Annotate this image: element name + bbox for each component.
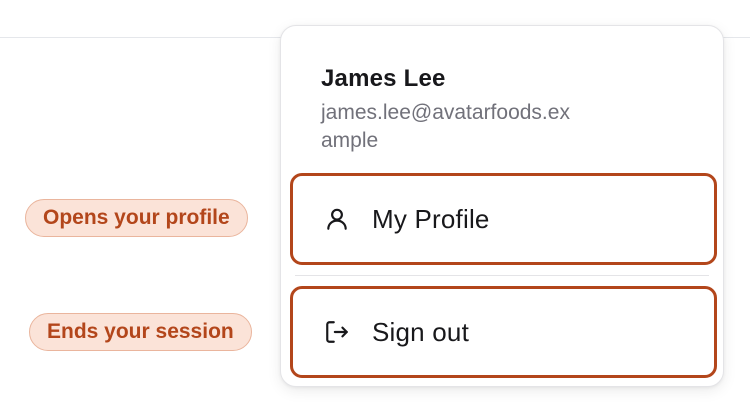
- callout-profile: Opens your profile: [25, 199, 248, 237]
- user-email: james.lee@avatarfoods.example: [321, 101, 570, 152]
- page: Opens your profile Ends your session Jam…: [0, 0, 750, 414]
- user-menu-dropdown: James Lee james.lee@avatarfoods.example …: [280, 25, 724, 387]
- menu-separator: [295, 275, 709, 276]
- user-name: James Lee: [321, 65, 446, 92]
- my-profile-label: My Profile: [372, 203, 490, 234]
- user-icon: [322, 204, 352, 234]
- sign-out-label: Sign out: [372, 316, 470, 347]
- user-header: James Lee james.lee@avatarfoods.example: [321, 63, 701, 155]
- sign-out-menu-item[interactable]: Sign out: [290, 286, 717, 378]
- sign-out-icon: [322, 317, 352, 347]
- my-profile-menu-item[interactable]: My Profile: [290, 173, 717, 265]
- callout-signout: Ends your session: [29, 313, 252, 351]
